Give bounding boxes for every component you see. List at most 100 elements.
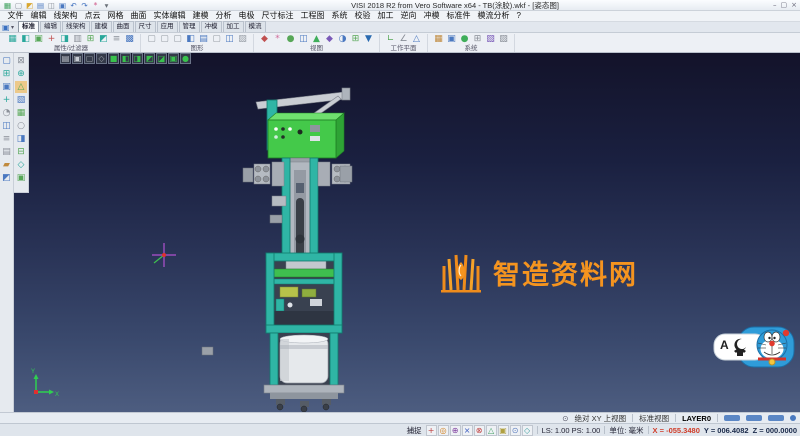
ribbon-icon[interactable]: ▦ (7, 34, 18, 45)
ribbon-icon[interactable]: ▼ (363, 34, 374, 45)
menu-item[interactable]: 点云 (81, 11, 104, 21)
ribbon-icon[interactable]: ◫ (298, 34, 309, 45)
ribbon-icon[interactable]: ⊞ (472, 34, 483, 45)
quickbar-icon[interactable]: ▾ (102, 1, 111, 10)
ribbon-tab[interactable]: 标准 (18, 21, 39, 32)
ribbon-tab[interactable]: 模流 (244, 21, 266, 32)
quickbar-icon[interactable]: ↶ (69, 1, 78, 10)
ribbon-icon[interactable]: ▢ (211, 34, 222, 45)
snap-toggle[interactable]: ◇ (521, 424, 533, 436)
ribbon-icon[interactable]: ▦ (433, 34, 444, 45)
dock-icon[interactable]: ▤ (1, 146, 13, 158)
ribbon-icon[interactable]: + (46, 34, 57, 45)
quickbar-icon[interactable]: ◫ (47, 1, 56, 10)
ribbon-tab[interactable]: 曲面 (112, 21, 134, 32)
ribbon-tab[interactable]: 加工 (222, 21, 244, 32)
ribbon-tab[interactable]: 线架构 (62, 21, 90, 32)
menu-item[interactable]: 冲模 (420, 11, 443, 21)
ribbon-icon[interactable]: ▢ (172, 34, 183, 45)
ime-widget[interactable]: A (712, 321, 796, 378)
menu-item[interactable]: 编辑 (27, 11, 50, 21)
ribbon-icon[interactable]: ▲ (311, 34, 322, 45)
ribbon-icon[interactable]: * (272, 34, 283, 45)
viewport-canvas[interactable]: ⊠ ⊕ △ ▧ ▦ ○ ◨ ⊟ ◇ ▣ ▤ ▣ ▢ ◇ ■ ◧ ◨ ◩ ◪ ▣ ● (14, 53, 800, 412)
ribbon-icon[interactable]: ≡ (111, 34, 122, 45)
window-control-button[interactable]: ▢ (781, 1, 788, 10)
snap-toggle[interactable]: ⊗ (473, 424, 485, 436)
dock-icon[interactable]: + (1, 94, 13, 106)
dock-icon[interactable]: ⊞ (1, 68, 13, 80)
menu-item[interactable]: 系统 (328, 11, 351, 21)
quickbar-icon[interactable]: * (91, 1, 100, 10)
ribbon-icon[interactable]: ◆ (324, 34, 335, 45)
snap-toggle[interactable]: ⊕ (449, 424, 461, 436)
ribbon-icon[interactable]: ▢ (146, 34, 157, 45)
ribbon-icon[interactable]: ▤ (198, 34, 209, 45)
menu-item[interactable]: 工程图 (297, 11, 328, 21)
dock-icon[interactable]: ▰ (1, 159, 13, 171)
ribbon-icon[interactable]: ◩ (98, 34, 109, 45)
menu-item[interactable]: 模流分析 (474, 11, 513, 21)
chevron-down-icon[interactable]: ▾ (11, 23, 18, 32)
ribbon-icon[interactable]: ▣ (33, 34, 44, 45)
ribbon-tab[interactable]: 应用 (156, 21, 178, 32)
snap-toggle[interactable]: × (461, 424, 473, 436)
ribbon-icon[interactable]: △ (411, 34, 422, 45)
status-quick-button[interactable] (746, 415, 762, 421)
menu-item[interactable]: 分析 (212, 11, 235, 21)
quickbar-icon[interactable]: ◩ (25, 1, 34, 10)
ribbon-icon[interactable]: ◫ (224, 34, 235, 45)
snap-toggle[interactable]: △ (485, 424, 497, 436)
quickbar-icon[interactable]: ▤ (36, 1, 45, 10)
menu-item[interactable]: 标准件 (443, 11, 474, 21)
snap-toggle[interactable]: + (425, 424, 437, 436)
menu-item[interactable]: 电极 (235, 11, 258, 21)
menu-item[interactable]: 加工 (374, 11, 397, 21)
layer-status[interactable]: LAYER0 (682, 414, 711, 423)
dock-icon[interactable]: ◫ (1, 120, 13, 132)
dock-icon[interactable]: ◔ (1, 107, 13, 119)
snap-toggle[interactable]: ◎ (437, 424, 449, 436)
menu-item[interactable]: 校验 (351, 11, 374, 21)
ribbon-icon[interactable]: ◨ (59, 34, 70, 45)
menu-item[interactable]: 实体编辑 (150, 11, 189, 21)
dock-icon[interactable]: ▢ (1, 55, 13, 67)
ribbon-icon[interactable]: ▧ (485, 34, 496, 45)
menu-item[interactable]: 逆向 (397, 11, 420, 21)
ribbon-icon[interactable]: ◧ (20, 34, 31, 45)
menu-item[interactable]: 网格 (104, 11, 127, 21)
quickbar-icon[interactable]: ▦ (3, 1, 12, 10)
ribbon-tab[interactable]: 编辑 (40, 21, 61, 32)
workplane-status[interactable]: 绝对 XY 上视图 (575, 413, 627, 424)
ribbon-menu-icon[interactable]: ▣ (2, 23, 11, 32)
ribbon-tab[interactable]: 尺寸 (134, 21, 156, 32)
view-status[interactable]: 标准视图 (639, 413, 669, 424)
window-control-button[interactable]: – (773, 1, 777, 10)
dock-icon[interactable]: ≡ (1, 133, 13, 145)
snap-toggle[interactable]: ▣ (497, 424, 509, 436)
ribbon-icon[interactable]: ▥ (72, 34, 83, 45)
ribbon-icon[interactable]: ◑ (337, 34, 348, 45)
ribbon-icon[interactable]: ▩ (124, 34, 135, 45)
menu-item[interactable]: 尺寸标注 (258, 11, 297, 21)
ribbon-icon[interactable]: ◆ (259, 34, 270, 45)
menu-item[interactable]: 曲面 (127, 11, 150, 21)
ribbon-tab[interactable]: 管理 (178, 21, 200, 32)
quickbar-icon[interactable]: ▢ (14, 1, 23, 10)
menu-item[interactable]: 文件 (4, 11, 27, 21)
menu-item[interactable]: 线架构 (50, 11, 81, 21)
ribbon-icon[interactable]: ▨ (498, 34, 509, 45)
ribbon-icon[interactable]: ◧ (185, 34, 196, 45)
menu-item[interactable]: ? (513, 11, 524, 21)
menu-item[interactable]: 建模 (189, 11, 212, 21)
ribbon-icon[interactable]: ● (459, 34, 470, 45)
status-quick-button[interactable] (768, 415, 784, 421)
dock-icon[interactable]: ◩ (1, 172, 13, 184)
ribbon-tab[interactable]: 冲模 (200, 21, 222, 32)
quickbar-icon[interactable]: ▣ (58, 1, 67, 10)
status-quick-button[interactable] (724, 415, 740, 421)
ribbon-icon[interactable]: ● (285, 34, 296, 45)
ribbon-tab[interactable]: 建模 (90, 21, 112, 32)
dock-icon[interactable]: ▣ (1, 81, 13, 93)
quickbar-icon[interactable]: ↷ (80, 1, 89, 10)
